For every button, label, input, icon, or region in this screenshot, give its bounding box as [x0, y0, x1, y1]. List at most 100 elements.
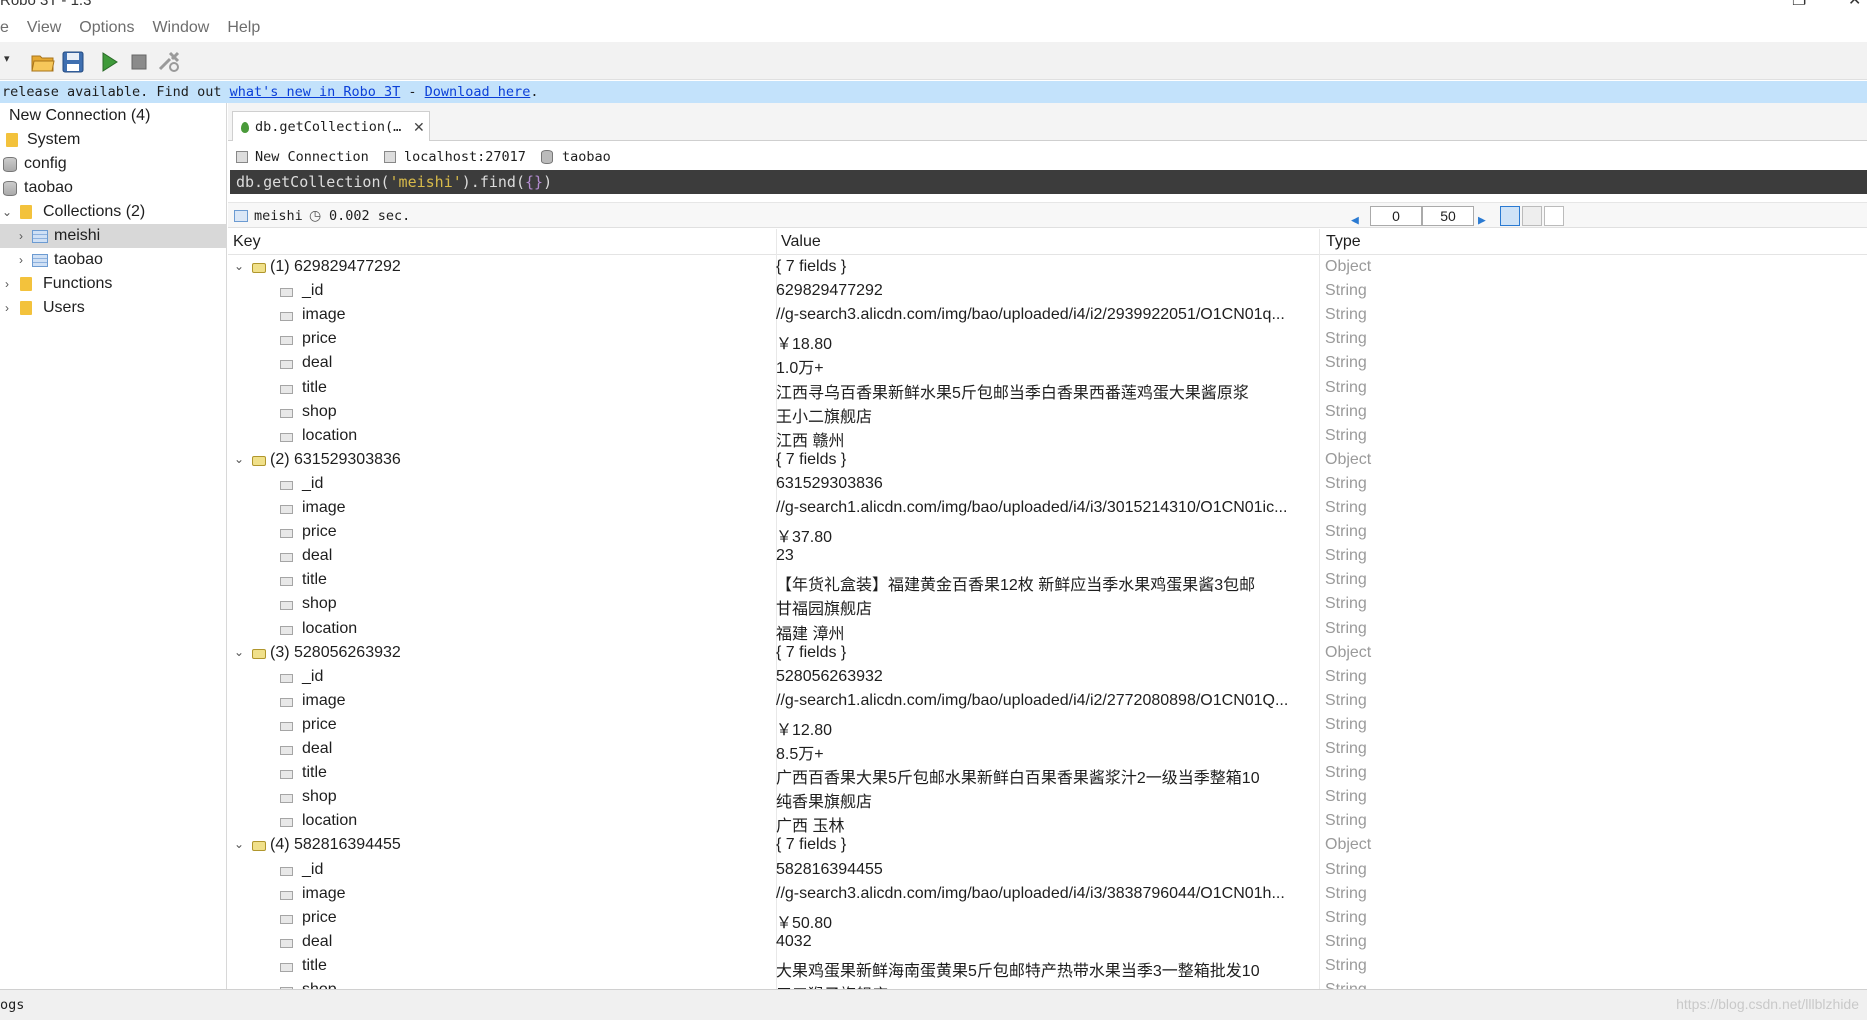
field-type: String: [1325, 378, 1367, 396]
field-row[interactable]: deal 23 String: [228, 545, 1867, 569]
field-key: shop: [302, 595, 337, 613]
maximize-icon[interactable]: ❐: [1792, 0, 1806, 10]
field-row[interactable]: shop 甘福园旗舰店 String: [228, 593, 1867, 619]
tab-query[interactable]: db.getCollection(… ✕: [232, 111, 430, 141]
document-row[interactable]: ⌄ (4) 582816394455 { 7 fields } Object: [228, 834, 1867, 858]
menu-window[interactable]: Window: [152, 19, 209, 37]
field-row[interactable]: deal 8.5万+ String: [228, 738, 1867, 763]
tools-icon[interactable]: [156, 49, 182, 75]
toolbar: ▾: [0, 42, 1867, 80]
table-view-icon[interactable]: [1522, 206, 1542, 226]
minimize-icon[interactable]: —: [1736, 0, 1752, 8]
logs-tab[interactable]: ogs: [0, 997, 24, 1013]
tree-item-functions[interactable]: › Functions: [0, 272, 226, 296]
field-row[interactable]: deal 4032 String: [228, 931, 1867, 955]
chevron-right-icon[interactable]: ›: [0, 301, 14, 315]
field-row[interactable]: location 广西 玉林 String: [228, 810, 1867, 835]
field-key: deal: [302, 354, 333, 372]
field-row[interactable]: price ￥12.80 String: [228, 714, 1867, 739]
field-row[interactable]: location 江西 赣州 String: [228, 425, 1867, 450]
field-row[interactable]: _id 528056263932 String: [228, 666, 1867, 690]
dropdown-arrow-icon[interactable]: ▾: [4, 52, 18, 78]
field-row[interactable]: shop 三口猴子旗舰店 String: [228, 979, 1867, 989]
text-view-icon[interactable]: [1544, 206, 1564, 226]
field-row[interactable]: _id 629829477292 String: [228, 280, 1867, 304]
close-icon[interactable]: ✕: [1848, 0, 1861, 10]
query-close: ): [543, 173, 553, 191]
limit-input[interactable]: 50: [1422, 206, 1474, 226]
field-row[interactable]: _id 582816394455 String: [228, 859, 1867, 883]
column-type[interactable]: Type: [1326, 233, 1361, 251]
connection-tree: New Connection (4) System config taobao …: [0, 103, 227, 989]
chevron-down-icon[interactable]: ⌄: [234, 645, 244, 659]
document-row[interactable]: ⌄ (2) 631529303836 { 7 fields } Object: [228, 449, 1867, 473]
field-row[interactable]: title 江西寻乌百香果新鲜水果5斤包邮当季白香果西番莲鸡蛋大果酱原浆 Strin…: [228, 377, 1867, 402]
query-collection-string: 'meishi': [389, 173, 462, 191]
tree-item-users[interactable]: › Users: [0, 296, 226, 320]
execute-icon[interactable]: [96, 49, 122, 75]
tree-item-taobao-db[interactable]: taobao: [0, 176, 226, 200]
field-type: String: [1325, 764, 1367, 782]
field-row[interactable]: shop 王小二旗舰店 String: [228, 401, 1867, 426]
tree-item-collections[interactable]: ⌄ Collections (2): [0, 200, 226, 224]
field-row[interactable]: price ￥18.80 String: [228, 328, 1867, 354]
save-icon[interactable]: [60, 49, 86, 75]
chevron-down-icon[interactable]: ⌄: [0, 205, 14, 219]
window-title: Robo 3T - 1.3: [0, 0, 92, 9]
field-value: 江西寻乌百香果新鲜水果5斤包邮当季白香果西番莲鸡蛋大果酱原浆: [776, 384, 1249, 402]
menu-view[interactable]: View: [27, 19, 61, 37]
tree-item-config[interactable]: config: [0, 152, 226, 176]
tree-item-taobao-collection[interactable]: › taobao: [0, 248, 226, 272]
tree-view-icon[interactable]: [1500, 206, 1520, 226]
tree-item-meishi[interactable]: › meishi: [0, 224, 226, 248]
field-row[interactable]: image //g-search1.alicdn.com/img/bao/uplo…: [228, 497, 1867, 521]
column-value[interactable]: Value: [781, 233, 821, 251]
field-row[interactable]: price ￥37.80 String: [228, 521, 1867, 547]
download-link[interactable]: Download here: [425, 84, 531, 100]
field-icon: [280, 336, 293, 346]
menu-options[interactable]: Options: [79, 19, 134, 37]
chevron-right-icon[interactable]: ›: [14, 229, 28, 243]
chevron-down-icon[interactable]: ⌄: [234, 837, 244, 851]
chevron-right-icon[interactable]: ›: [14, 253, 28, 267]
field-key: _id: [302, 474, 324, 492]
field-row[interactable]: image //g-search3.alicdn.com/img/bao/uplo…: [228, 883, 1867, 907]
query-editor[interactable]: db.getCollection('meishi').find({}): [230, 170, 1867, 194]
field-value: 甘福园旗舰店: [776, 601, 873, 619]
tree-connection[interactable]: New Connection (4): [0, 104, 226, 128]
tree-item-system[interactable]: System: [0, 128, 226, 152]
field-icon: [280, 625, 293, 635]
column-key[interactable]: Key: [233, 233, 261, 251]
menu-edit-partial[interactable]: e: [0, 19, 9, 37]
field-row[interactable]: title 【年货礼盒装】福建黄金百香果12枚 新鲜应当季水果鸡蛋果酱3包邮 Str…: [228, 569, 1867, 594]
chevron-down-icon[interactable]: ⌄: [234, 452, 244, 466]
tree-item-label: Collections (2): [43, 203, 146, 220]
field-row[interactable]: _id 631529303836 String: [228, 473, 1867, 497]
document-row[interactable]: ⌄ (3) 528056263932 { 7 fields } Object: [228, 642, 1867, 666]
field-row[interactable]: title 大果鸡蛋果新鲜海南蛋黄果5斤包邮特产热带水果当季3一整箱批发10 Str…: [228, 955, 1867, 980]
field-value: ￥18.80: [776, 336, 833, 354]
field-row[interactable]: price ￥50.80 String: [228, 907, 1867, 932]
field-type: String: [1325, 691, 1367, 709]
chevron-down-icon[interactable]: ⌄: [234, 259, 244, 273]
field-row[interactable]: image //g-search3.alicdn.com/img/bao/uplo…: [228, 304, 1867, 328]
stop-icon[interactable]: [126, 49, 152, 75]
field-row[interactable]: shop 纯香果旗舰店 String: [228, 786, 1867, 811]
field-row[interactable]: title 广西百香果大果5斤包邮水果新鲜白百果香果酱浆汁2一级当季整箱10 Str…: [228, 762, 1867, 787]
field-row[interactable]: image //g-search1.alicdn.com/img/bao/uplo…: [228, 690, 1867, 714]
field-value: ￥37.80: [776, 529, 833, 547]
field-value: 528056263932: [776, 667, 883, 685]
field-row[interactable]: deal 1.0万+ String: [228, 352, 1867, 377]
whats-new-link[interactable]: what's new in Robo 3T: [230, 84, 401, 100]
field-type: String: [1325, 788, 1367, 806]
document-row[interactable]: ⌄ (1) 629829477292 { 7 fields } Object: [228, 256, 1867, 280]
close-tab-icon[interactable]: ✕: [413, 112, 425, 142]
chevron-right-icon[interactable]: ›: [0, 277, 14, 291]
skip-input[interactable]: 0: [1370, 206, 1422, 226]
menu-help[interactable]: Help: [227, 19, 260, 37]
field-value: 福建 漳州: [776, 625, 845, 643]
tree-item-label: System: [27, 131, 81, 148]
field-row[interactable]: location 福建 漳州 String: [228, 618, 1867, 643]
open-folder-icon[interactable]: [30, 49, 56, 75]
field-icon: [280, 721, 293, 731]
